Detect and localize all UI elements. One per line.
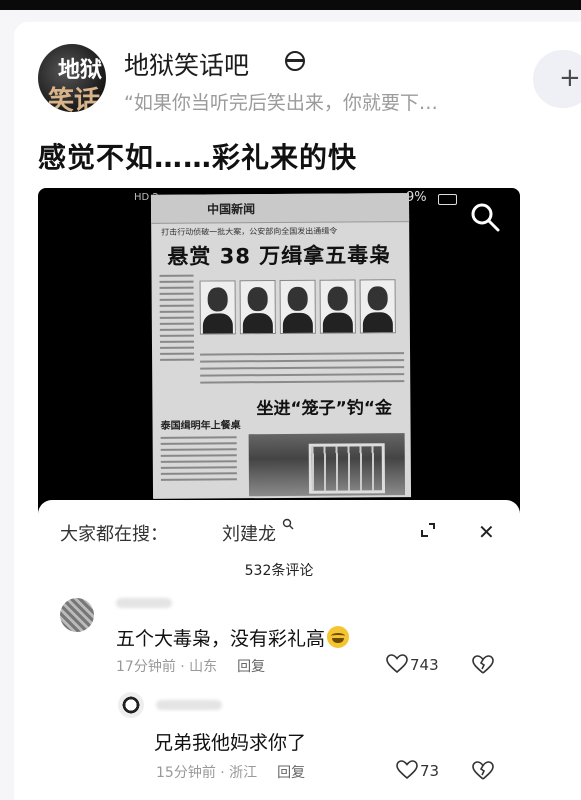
like-button[interactable]: 73 [396,760,439,780]
comment-time-location: 15分钟前 · 浙江 [156,765,258,781]
reply-button[interactable]: 回复 [277,765,305,781]
reply-button[interactable]: 回复 [237,659,265,675]
group-quote: “如果你当听完后笑出来，你就要下… [124,92,438,114]
wanted-photo [319,279,356,334]
comment-text: 兄弟我他妈求你了 [154,732,307,754]
group-name[interactable]: 地狱笑话吧 [124,46,249,82]
grin-emoji-icon [327,626,350,648]
like-count: 743 [410,656,439,674]
heart-icon [396,760,418,780]
commenter-avatar[interactable] [118,692,144,718]
group-avatar-text-bottom: 笑话 [48,86,101,112]
newspaper-column [159,271,195,411]
trending-search-term[interactable]: 刘建龙 [222,520,276,546]
comment-panel: 大家都在搜： 刘建龙 ✕ 532条评论 五个大毒枭，没有彩礼高 17分钟前 · … [38,500,520,800]
comment-meta: 17分钟前 · 山东 回复 [116,656,265,676]
comment-meta: 15分钟前 · 浙江 回复 [156,762,305,782]
broken-heart-icon[interactable] [472,655,494,675]
wanted-photo [239,280,276,335]
newspaper-side-headline: 泰国缉明年上餐桌 [160,420,241,432]
newspaper-article [200,347,405,388]
newspaper-photo: 中国新闻 打击行动侦破一批大案，公安部向全国发出通缉令 悬赏 38 万缉拿五毒枭… [150,193,412,499]
commenter-name-blurred[interactable] [156,700,222,710]
newspaper-header: 中国新闻 [150,193,410,224]
status-bar-strip [0,0,581,10]
newspaper-second-headline: 坐进“笼子”钓“金 [256,398,393,420]
forbidden-icon [285,51,305,71]
search-icon[interactable] [470,202,500,232]
comment-time-location: 17分钟前 · 山东 [116,659,218,675]
status-battery-text: 9% [406,190,427,205]
comment-text-content: 五个大毒枭，没有彩礼高 [116,628,326,650]
newspaper-second-photo [248,433,406,497]
wanted-photo [279,279,316,335]
battery-icon [438,194,457,205]
post-image[interactable]: HD 2 9% 中国新闻 打击行动侦破一批大案，公安部向全国发出通缉令 悬赏 3… [38,188,520,518]
close-icon[interactable]: ✕ [478,520,495,544]
comment-count: 532条评论 [244,563,314,579]
commenter-avatar[interactable] [60,598,94,632]
newspaper-name: 中国新闻 [206,202,256,217]
expand-icon[interactable] [420,522,436,538]
heart-icon [386,654,408,674]
wanted-photo [359,279,396,334]
search-icon[interactable] [282,518,294,530]
commenter-name-blurred[interactable] [116,598,172,608]
wanted-photos [199,279,406,342]
like-count: 73 [420,762,440,780]
trending-label: 大家都在搜： [60,524,168,545]
comment-text: 五个大毒枭，没有彩礼高 [116,624,350,651]
like-button[interactable]: 743 [386,654,439,674]
newspaper-side-article [160,432,237,493]
post-title: 感觉不如……彩礼来的快 [38,141,358,174]
group-avatar[interactable]: 地狱 笑话 [38,44,106,112]
newspaper-headline: 悬赏 38 万缉拿五毒枭 [167,243,392,269]
wanted-photo [199,280,236,335]
broken-heart-icon[interactable] [472,761,494,781]
newspaper-subhead: 打击行动侦破一批大案，公安部向全国发出通缉令 [161,226,338,237]
